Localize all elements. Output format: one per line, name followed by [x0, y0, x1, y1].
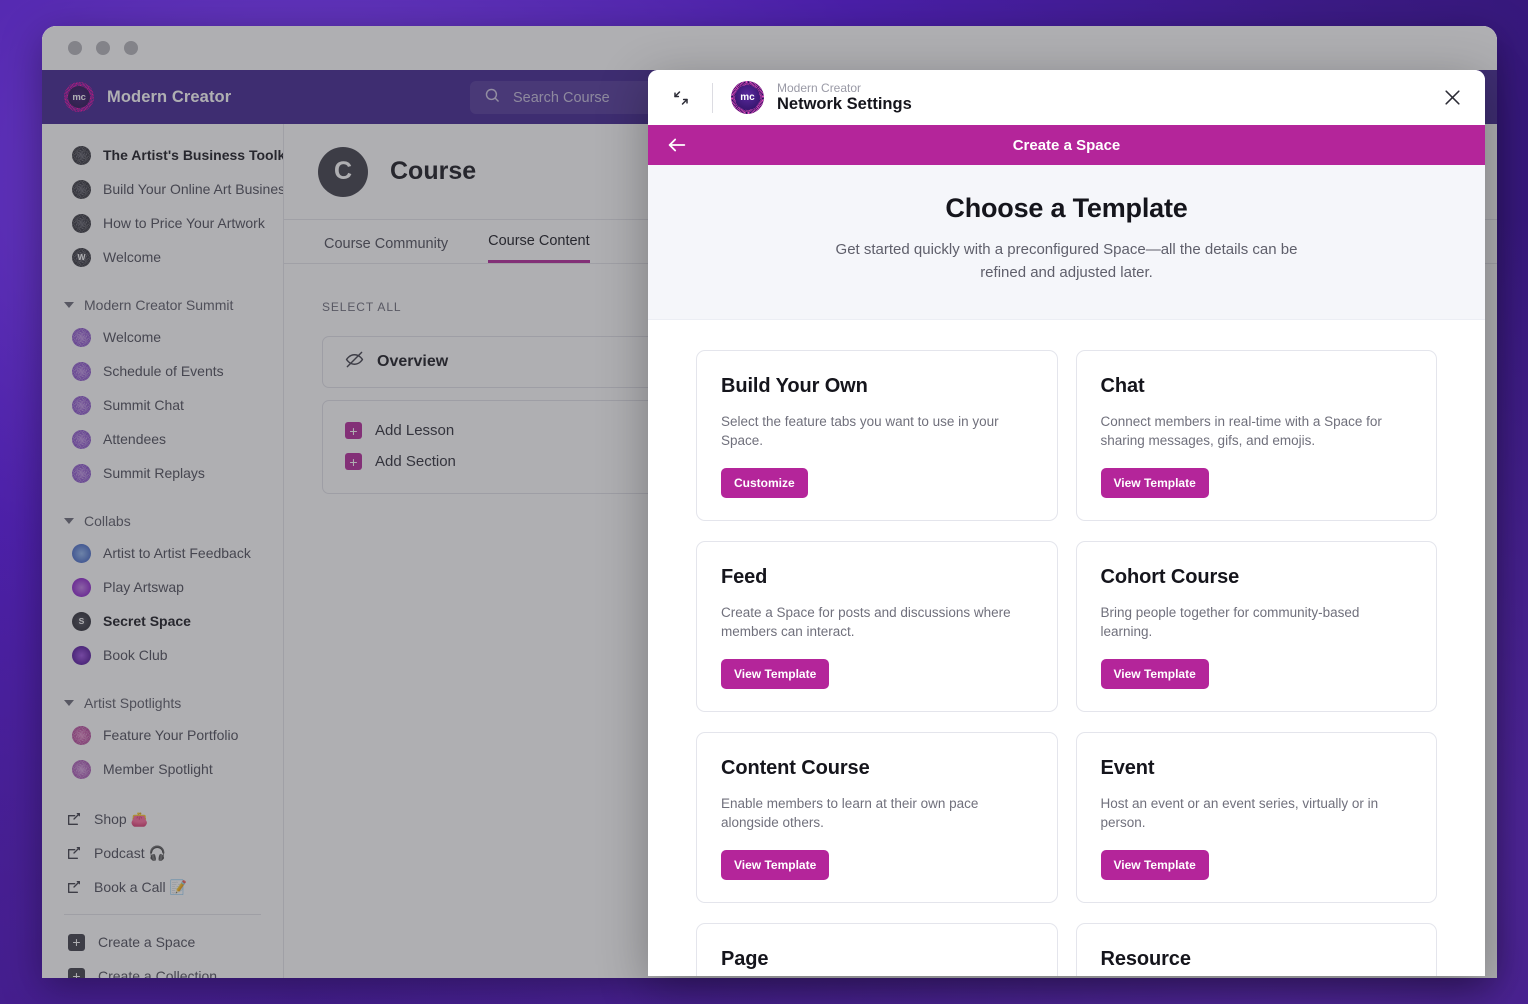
choose-template-hero: Choose a Template Get started quickly wi…	[648, 165, 1485, 320]
view-template-button[interactable]: View Template	[721, 659, 829, 689]
view-template-button[interactable]: View Template	[1101, 468, 1209, 498]
template-card-page[interactable]: Page Feature a standalone page that incl…	[696, 923, 1058, 976]
template-card-resource[interactable]: Resource Organize content in one place f…	[1076, 923, 1438, 976]
page-backdrop: mc Modern Creator Search Course The Arti…	[0, 0, 1528, 1004]
template-name: Page	[721, 948, 1033, 971]
template-name: Cohort Course	[1101, 566, 1413, 589]
template-list-scroll[interactable]: Build Your Own Select the feature tabs y…	[648, 320, 1485, 977]
modal-header: mc Modern Creator Network Settings	[648, 70, 1485, 125]
template-card-chat[interactable]: Chat Connect members in real-time with a…	[1076, 350, 1438, 521]
modal-title: Network Settings	[777, 95, 912, 114]
template-name: Feed	[721, 566, 1033, 589]
collapse-arrows-icon[interactable]	[668, 85, 694, 111]
template-name: Event	[1101, 757, 1413, 780]
template-description: Create a Space for posts and discussions…	[721, 603, 1033, 642]
template-description: Bring people together for community-base…	[1101, 603, 1413, 642]
create-space-bar: Create a Space	[648, 125, 1485, 165]
template-card-build-your-own[interactable]: Build Your Own Select the feature tabs y…	[696, 350, 1058, 521]
template-name: Resource	[1101, 948, 1413, 971]
modal-subtitle: Modern Creator	[777, 81, 912, 95]
template-name: Content Course	[721, 757, 1033, 780]
network-logo-icon: mc	[731, 81, 764, 114]
template-card-event[interactable]: Event Host an event or an event series, …	[1076, 732, 1438, 903]
header-divider	[712, 83, 713, 113]
template-name: Chat	[1101, 375, 1413, 398]
template-grid: Build Your Own Select the feature tabs y…	[696, 350, 1437, 977]
network-logo-text: mc	[740, 92, 754, 103]
template-card-content-course[interactable]: Content Course Enable members to learn a…	[696, 732, 1058, 903]
hero-title: Choose a Template	[668, 193, 1465, 224]
view-template-button[interactable]: View Template	[721, 850, 829, 880]
close-icon[interactable]	[1437, 83, 1467, 113]
network-settings-modal: mc Modern Creator Network Settings Creat…	[648, 70, 1485, 976]
template-description: Host an event or an event series, virtua…	[1101, 794, 1413, 833]
hero-subtitle: Get started quickly with a preconfigured…	[832, 238, 1302, 285]
template-card-feed[interactable]: Feed Create a Space for posts and discus…	[696, 541, 1058, 712]
template-description: Select the feature tabs you want to use …	[721, 412, 1033, 451]
template-description: Enable members to learn at their own pac…	[721, 794, 1033, 833]
template-name: Build Your Own	[721, 375, 1033, 398]
template-card-cohort-course[interactable]: Cohort Course Bring people together for …	[1076, 541, 1438, 712]
template-description: Connect members in real-time with a Spac…	[1101, 412, 1413, 451]
create-space-title: Create a Space	[648, 137, 1485, 154]
modal-title-block: Modern Creator Network Settings	[777, 81, 912, 115]
arrow-left-icon[interactable]	[666, 125, 688, 165]
view-template-button[interactable]: View Template	[1101, 850, 1209, 880]
customize-button[interactable]: Customize	[721, 468, 808, 498]
view-template-button[interactable]: View Template	[1101, 659, 1209, 689]
